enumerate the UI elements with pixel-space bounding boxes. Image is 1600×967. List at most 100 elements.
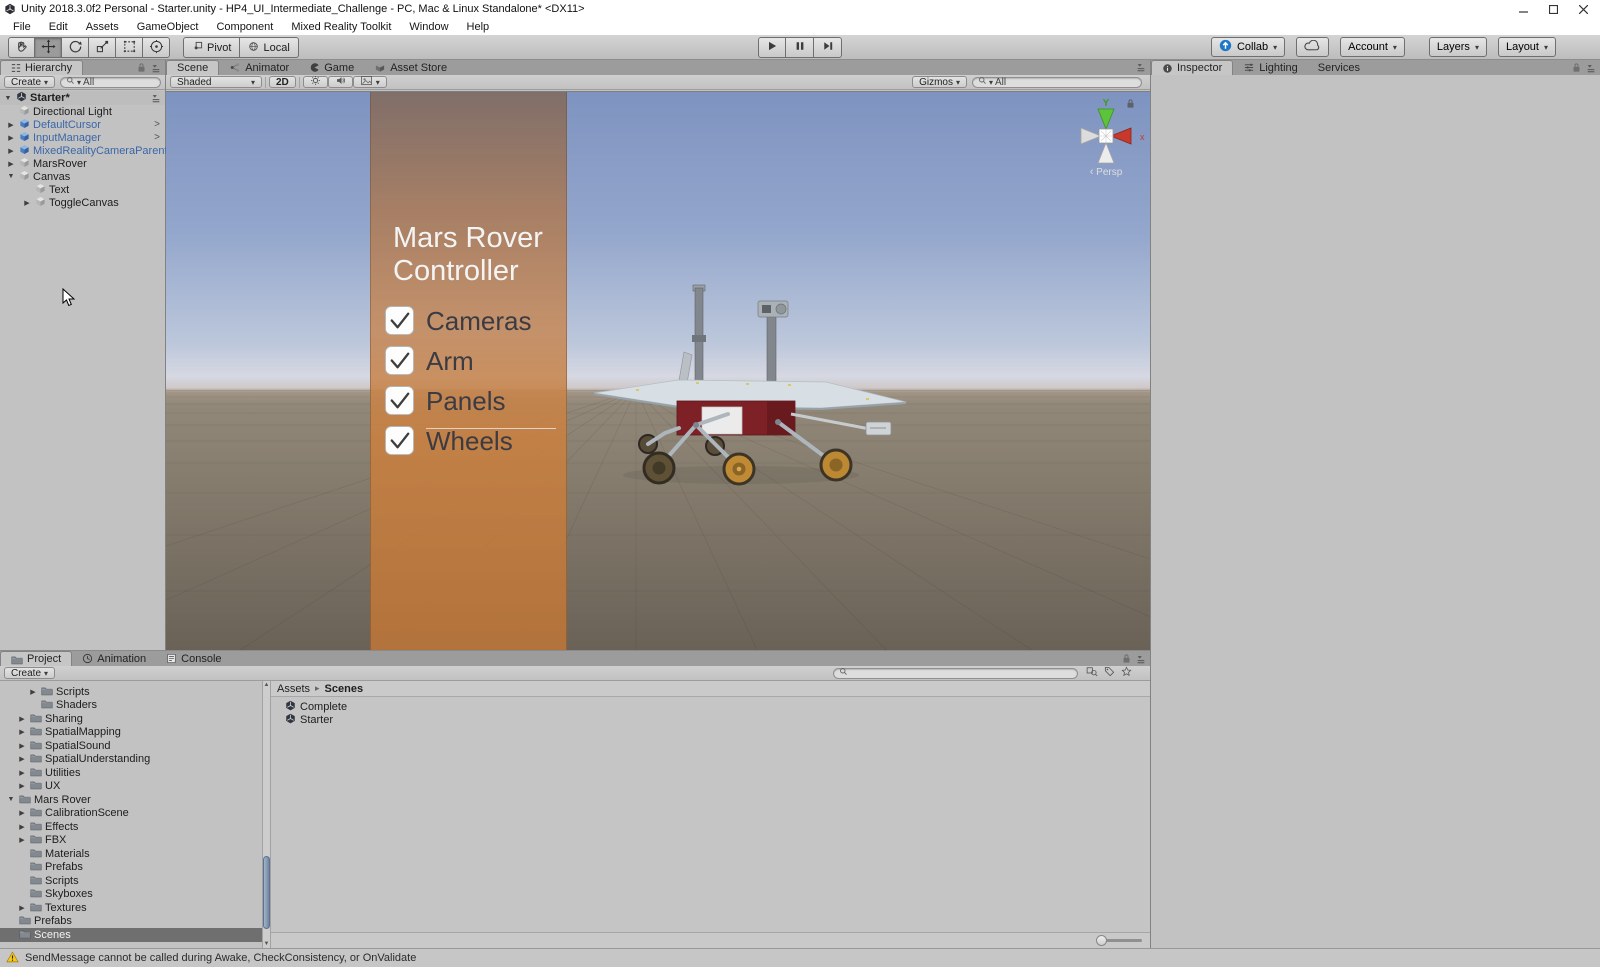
inspector-tab-inspector[interactable]: Inspector bbox=[1151, 60, 1233, 75]
expand-arrow-icon[interactable]: ▶ bbox=[17, 755, 27, 763]
toggle-wheels[interactable]: Wheels bbox=[384, 426, 531, 457]
scale-tool-button[interactable] bbox=[89, 37, 116, 58]
expand-arrow-icon[interactable]: ▶ bbox=[17, 809, 27, 817]
close-button[interactable] bbox=[1568, 0, 1598, 18]
project-folder-skyboxes[interactable]: Skyboxes bbox=[0, 888, 262, 902]
hierarchy-item-marsrover[interactable]: ▶MarsRover bbox=[0, 157, 165, 170]
slider-knob[interactable] bbox=[1096, 935, 1107, 946]
project-folder-shaders[interactable]: Shaders bbox=[0, 699, 262, 713]
project-tab-project[interactable]: Project bbox=[0, 651, 72, 666]
minimize-button[interactable] bbox=[1508, 0, 1538, 18]
gizmo-bottom-axis-icon[interactable] bbox=[1098, 143, 1114, 163]
menu-file[interactable]: File bbox=[4, 21, 40, 33]
tab-hierarchy[interactable]: Hierarchy bbox=[0, 60, 83, 75]
hierarchy-create-button[interactable]: Create▾ bbox=[4, 76, 55, 88]
step-button[interactable] bbox=[814, 37, 842, 58]
menu-gameobject[interactable]: GameObject bbox=[128, 21, 208, 33]
collab-button[interactable]: Collab▾ bbox=[1211, 37, 1285, 57]
expand-arrow-icon[interactable]: ▶ bbox=[6, 147, 16, 155]
play-button[interactable] bbox=[758, 37, 786, 58]
project-folder-scenes[interactable]: Scenes bbox=[0, 928, 262, 942]
hierarchy-item-togglecanvas[interactable]: ▶ToggleCanvas bbox=[0, 196, 165, 209]
project-tab-console[interactable]: Console bbox=[156, 651, 231, 666]
inspector-tab-lighting[interactable]: Lighting bbox=[1233, 60, 1308, 75]
hierarchy-item-mixedrealitycameraparent[interactable]: ▶MixedRealityCameraParent bbox=[0, 144, 165, 157]
checkbox-checked-icon[interactable] bbox=[384, 305, 415, 339]
breadcrumb-current[interactable]: Scenes bbox=[325, 683, 364, 695]
project-folder-textures[interactable]: ▶Textures bbox=[0, 901, 262, 915]
scene-lighting-toggle[interactable] bbox=[303, 76, 328, 88]
expand-arrow-icon[interactable]: ▶ bbox=[6, 160, 16, 168]
gizmo-y-axis-icon[interactable] bbox=[1098, 109, 1114, 129]
project-tab-animation[interactable]: Animation bbox=[72, 651, 156, 666]
rect-tool-button[interactable] bbox=[116, 37, 143, 58]
hierarchy-item-inputmanager[interactable]: ▶InputManager> bbox=[0, 131, 165, 144]
thumbnail-zoom-slider[interactable] bbox=[1098, 939, 1142, 942]
project-create-button[interactable]: Create▾ bbox=[4, 667, 55, 679]
expand-arrow-icon[interactable]: ▶ bbox=[22, 199, 32, 207]
project-folder-spatialsound[interactable]: ▶SpatialSound bbox=[0, 739, 262, 753]
checkbox-checked-icon[interactable] bbox=[384, 425, 415, 459]
hierarchy-item-canvas[interactable]: ▼Canvas bbox=[0, 170, 165, 183]
cloud-button[interactable] bbox=[1296, 37, 1329, 57]
scene-tab-asset-store[interactable]: Asset Store bbox=[364, 60, 457, 75]
viewport-lock-icon[interactable] bbox=[1126, 98, 1135, 112]
project-folder-utilities[interactable]: ▶Utilities bbox=[0, 766, 262, 780]
search-by-label-icon[interactable] bbox=[1104, 666, 1115, 680]
menu-mixed-reality-toolkit[interactable]: Mixed Reality Toolkit bbox=[282, 21, 400, 33]
scene-tab-menu-icon[interactable] bbox=[1136, 62, 1146, 72]
project-search-input[interactable] bbox=[833, 668, 1078, 679]
expand-arrow-icon[interactable]: ▶ bbox=[17, 769, 27, 777]
account-dropdown[interactable]: Account▾ bbox=[1340, 37, 1405, 57]
move-tool-button[interactable] bbox=[35, 37, 62, 58]
expand-arrow-icon[interactable]: ▼ bbox=[6, 173, 16, 180]
maximize-button[interactable] bbox=[1538, 0, 1568, 18]
layout-dropdown[interactable]: Layout▾ bbox=[1498, 37, 1556, 57]
lock-icon[interactable] bbox=[1572, 62, 1581, 76]
tab-menu-icon[interactable] bbox=[151, 63, 161, 76]
toggle-cameras[interactable]: Cameras bbox=[384, 306, 531, 337]
hierarchy-search-input[interactable]: ▾ All bbox=[60, 77, 161, 88]
scroll-down-icon[interactable]: ▼ bbox=[263, 941, 270, 947]
expand-arrow-icon[interactable]: ▶ bbox=[6, 134, 16, 142]
status-bar[interactable]: SendMessage cannot be called during Awak… bbox=[0, 948, 1600, 967]
file-complete[interactable]: Complete bbox=[271, 700, 1150, 714]
expand-arrow-icon[interactable]: ▶ bbox=[28, 688, 38, 696]
scene-header-row-starter[interactable]: ▼ Starter* bbox=[0, 91, 165, 105]
project-folder-scripts[interactable]: ▶Scripts bbox=[0, 685, 262, 699]
scrollbar-thumb[interactable] bbox=[263, 856, 270, 929]
project-folder-sharing[interactable]: ▶Sharing bbox=[0, 712, 262, 726]
project-folder-calibrationscene[interactable]: ▶CalibrationScene bbox=[0, 807, 262, 821]
scene-viewport[interactable]: Mars Rover Controller CamerasArmPanelsWh… bbox=[166, 91, 1150, 650]
expand-arrow-icon[interactable]: ▶ bbox=[17, 823, 27, 831]
tab-menu-icon[interactable] bbox=[1586, 63, 1596, 76]
expand-arrow-icon[interactable]: ▶ bbox=[17, 836, 27, 844]
project-folder-spatialmapping[interactable]: ▶SpatialMapping bbox=[0, 726, 262, 740]
expand-arrow-icon[interactable]: ▶ bbox=[17, 742, 27, 750]
search-by-type-icon[interactable] bbox=[1086, 666, 1098, 680]
breadcrumb-root[interactable]: Assets bbox=[277, 683, 310, 695]
transform-tool-button[interactable] bbox=[143, 37, 170, 58]
tab-menu-icon[interactable] bbox=[1136, 654, 1146, 667]
scroll-up-icon[interactable]: ▲ bbox=[263, 682, 270, 688]
shading-mode-dropdown[interactable]: Shaded▾ bbox=[170, 76, 262, 88]
inspector-tab-services[interactable]: Services bbox=[1308, 60, 1370, 75]
expand-arrow-icon[interactable]: ▶ bbox=[17, 904, 27, 912]
scene-search-input[interactable]: ▾ All bbox=[972, 77, 1142, 88]
scene-row-menu-icon[interactable] bbox=[151, 93, 161, 103]
expand-arrow-icon[interactable]: ▶ bbox=[17, 728, 27, 736]
toggle-panels[interactable]: Panels bbox=[384, 386, 531, 417]
gizmos-dropdown[interactable]: Gizmos▾ bbox=[912, 76, 967, 88]
menu-component[interactable]: Component bbox=[207, 21, 282, 33]
prefab-chevron-icon[interactable]: > bbox=[154, 119, 160, 130]
gizmo-left-axis-icon[interactable] bbox=[1081, 128, 1101, 144]
project-folder-prefabs[interactable]: Prefabs bbox=[0, 915, 262, 929]
project-folder-mars-rover[interactable]: ▼Mars Rover bbox=[0, 793, 262, 807]
prefab-chevron-icon[interactable]: > bbox=[154, 132, 160, 143]
project-folder-materials[interactable]: Materials bbox=[0, 847, 262, 861]
expand-arrow-icon[interactable]: ▶ bbox=[17, 782, 27, 790]
project-tree-scrollbar[interactable]: ▲ ▼ bbox=[262, 681, 271, 948]
project-folder-fbx[interactable]: ▶FBX bbox=[0, 834, 262, 848]
project-folder-ux[interactable]: ▶UX bbox=[0, 780, 262, 794]
checkbox-checked-icon[interactable] bbox=[384, 385, 415, 419]
